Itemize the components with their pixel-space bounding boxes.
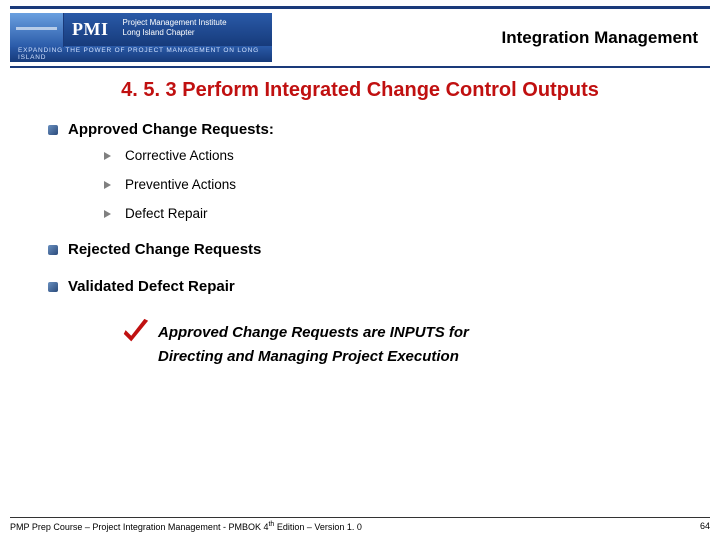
page-header-title: Integration Management <box>502 28 702 48</box>
arrow-bullet-icon <box>104 181 111 189</box>
header: PMI Project Management Institute Long Is… <box>0 0 720 68</box>
logo-block: PMI Project Management Institute Long Is… <box>10 13 272 62</box>
logo-tagline: EXPANDING THE POWER OF PROJECT MANAGEMEN… <box>10 46 272 62</box>
bullet-item: Approved Change Requests: <box>48 121 680 138</box>
cube-bullet-icon <box>48 282 58 292</box>
content-body: Approved Change Requests: Corrective Act… <box>0 121 720 369</box>
footer: PMP Prep Course – Project Integration Ma… <box>10 517 710 532</box>
cube-bullet-icon <box>48 245 58 255</box>
footer-text: PMP Prep Course – Project Integration Ma… <box>10 521 362 532</box>
logo-line-2: Long Island Chapter <box>123 28 227 38</box>
cube-bullet-icon <box>48 125 58 135</box>
sub-bullet-item: Preventive Actions <box>104 177 680 192</box>
note-block: Approved Change Requests are INPUTS for … <box>120 321 680 369</box>
checkmark-icon <box>120 317 150 347</box>
logo-image-icon <box>10 13 64 47</box>
note-line-2: Directing and Managing Project Execution <box>158 345 469 369</box>
sub-bullet-text: Defect Repair <box>125 206 208 221</box>
footer-prefix: PMP Prep Course – Project Integration Ma… <box>10 522 268 532</box>
arrow-bullet-icon <box>104 152 111 160</box>
note-text: Approved Change Requests are INPUTS for … <box>158 321 469 369</box>
bullet-text: Approved Change Requests: <box>68 121 274 138</box>
bullet-text: Validated Defect Repair <box>68 278 235 295</box>
bullet-item: Validated Defect Repair <box>48 278 680 295</box>
bullet-item: Rejected Change Requests <box>48 241 680 258</box>
logo-text: Project Management Institute Long Island… <box>119 13 239 47</box>
arrow-bullet-icon <box>104 210 111 218</box>
page-number: 64 <box>700 521 710 532</box>
footer-suffix: Edition – Version 1. 0 <box>274 522 362 532</box>
sub-bullet-text: Corrective Actions <box>125 148 234 163</box>
logo-acronym: PMI <box>64 13 119 47</box>
bullet-text: Rejected Change Requests <box>68 241 261 258</box>
sub-bullet-item: Defect Repair <box>104 206 680 221</box>
note-line-1: Approved Change Requests are INPUTS for <box>158 321 469 345</box>
sub-bullet-text: Preventive Actions <box>125 177 236 192</box>
top-bar: PMI Project Management Institute Long Is… <box>10 6 710 68</box>
sub-bullet-item: Corrective Actions <box>104 148 680 163</box>
logo-line-1: Project Management Institute <box>123 18 227 28</box>
section-title: 4. 5. 3 Perform Integrated Change Contro… <box>40 78 680 103</box>
sub-bullet-list: Corrective Actions Preventive Actions De… <box>104 148 680 221</box>
